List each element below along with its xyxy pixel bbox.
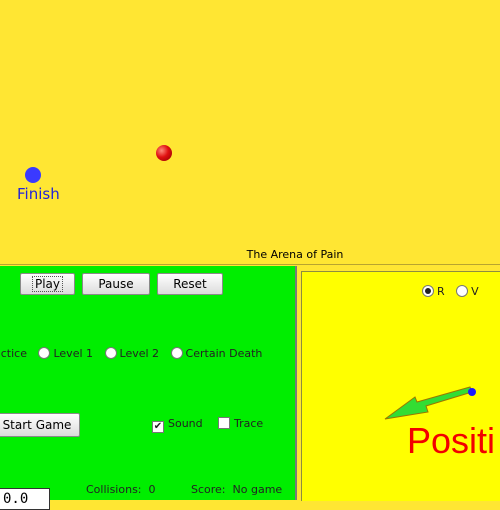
difficulty-option-certain-death[interactable]: Certain Death	[170, 347, 262, 360]
finish-label: Finish	[17, 185, 60, 203]
finish-marker	[25, 167, 41, 183]
position-arrow-icon	[384, 386, 473, 420]
checkbox-checked-icon: ✔	[152, 421, 164, 433]
red-ball	[156, 145, 172, 161]
collisions-value: 0	[148, 483, 156, 496]
difficulty-option-level-1[interactable]: Level 1	[38, 347, 93, 360]
score-display: Score: No game	[191, 483, 283, 496]
control-panel: Play Pause Reset actice Level 1 Level 2 …	[0, 266, 297, 510]
trace-checkbox[interactable]: Trace	[218, 417, 263, 430]
origin-dot	[468, 388, 476, 396]
play-button[interactable]: Play	[20, 273, 75, 295]
sound-checkbox[interactable]: ✔ Sound	[152, 417, 203, 433]
reset-button[interactable]: Reset	[157, 273, 223, 295]
difficulty-radio-group: actice Level 1 Level 2 Certain Death	[0, 347, 270, 360]
pause-button[interactable]: Pause	[82, 273, 150, 295]
position-vector-graphic	[384, 386, 476, 420]
radio-icon	[104, 347, 117, 359]
timer-display: 0.0	[0, 488, 50, 510]
arena-title: The Arena of Pain	[246, 248, 344, 261]
radio-icon	[38, 347, 51, 359]
collisions-counter: Collisions: 0	[86, 483, 156, 496]
difficulty-option-level-2[interactable]: Level 2	[104, 347, 159, 360]
play-button-label: Play	[31, 276, 64, 292]
start-game-button[interactable]: Start Game	[0, 413, 80, 437]
score-value: No game	[232, 483, 283, 496]
checkbox-unchecked-icon	[218, 417, 230, 429]
arena-canvas[interactable]: Finish The Arena of Pain	[0, 0, 500, 265]
difficulty-option-practice[interactable]: actice	[0, 347, 27, 360]
radio-icon	[170, 347, 183, 359]
vector-graph-panel: R V Positi	[301, 271, 500, 501]
graph-label: Positi	[407, 420, 496, 461]
